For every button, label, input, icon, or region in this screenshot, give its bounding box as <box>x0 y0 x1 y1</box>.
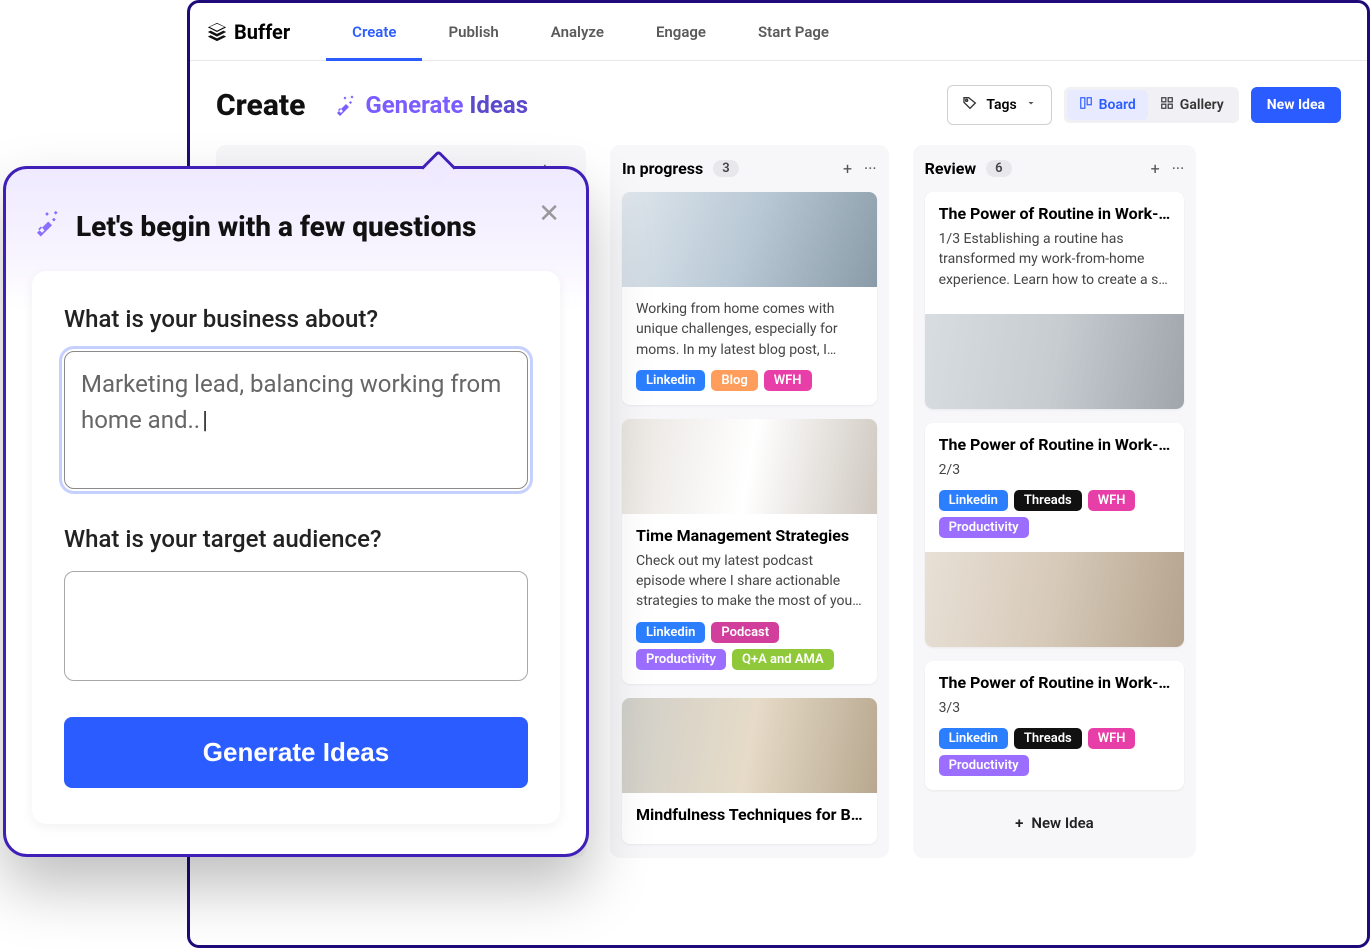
magic-wand-icon <box>32 209 62 243</box>
card-title: Time Management Strategies <box>636 526 863 545</box>
audience-input[interactable] <box>64 571 528 681</box>
column-title: In progress <box>622 159 703 178</box>
magic-wand-icon <box>333 94 355 116</box>
tag-productivity[interactable]: Productivity <box>939 755 1029 776</box>
modal-header: Let's begin with a few questions <box>32 209 560 243</box>
close-icon[interactable]: ✕ <box>538 199 560 229</box>
tag-linkedin[interactable]: Linkedin <box>939 490 1008 511</box>
view-gallery-button[interactable]: Gallery <box>1148 90 1236 120</box>
logo[interactable]: Buffer <box>206 20 290 44</box>
question-business: What is your business about? Marketing l… <box>64 305 528 489</box>
card-image <box>925 314 1185 409</box>
new-idea-button[interactable]: New Idea <box>1251 87 1341 123</box>
tag-podcast[interactable]: Podcast <box>711 622 779 643</box>
board-icon <box>1079 96 1093 114</box>
header-left: Create Generate Ideas <box>216 88 528 123</box>
card-image <box>925 552 1185 647</box>
nav-tab-create[interactable]: Create <box>326 3 422 61</box>
idea-card[interactable]: Time Management Strategies Check out my … <box>622 419 877 684</box>
question-audience: What is your target audience? <box>64 525 528 681</box>
card-image <box>622 419 877 514</box>
new-idea-label: New Idea <box>1031 814 1093 832</box>
nav-tabs: Create Publish Analyze Engage Start Page <box>326 3 855 61</box>
column-menu-icon[interactable]: ··· <box>1172 159 1185 178</box>
idea-card[interactable]: The Power of Routine in Work-… 2/3 Linke… <box>925 423 1185 647</box>
card-text: 3/3 <box>939 698 1171 718</box>
tag-wfh[interactable]: WFH <box>1088 728 1136 749</box>
nav-tab-publish[interactable]: Publish <box>422 3 524 61</box>
nav-tab-engage[interactable]: Engage <box>630 3 732 61</box>
card-title: The Power of Routine in Work-… <box>939 204 1171 223</box>
card-text: Working from home comes with unique chal… <box>636 299 863 360</box>
column-header: Review 6 + ··· <box>925 159 1185 178</box>
nav-tab-startpage[interactable]: Start Page <box>732 3 855 61</box>
tag-linkedin[interactable]: Linkedin <box>636 622 705 643</box>
generate-ideas-button[interactable]: Generate Ideas <box>333 91 528 119</box>
add-card-icon[interactable]: + <box>843 159 852 178</box>
idea-card[interactable]: The Power of Routine in Work-… 1/3 Estab… <box>925 192 1185 409</box>
tags-label: Tags <box>986 97 1016 113</box>
gallery-label: Gallery <box>1180 97 1224 113</box>
column-count: 6 <box>986 160 1011 177</box>
idea-card[interactable]: Mindfulness Techniques for B… <box>622 698 877 844</box>
tag-linkedin[interactable]: Linkedin <box>636 370 705 391</box>
tag-wfh[interactable]: WFH <box>1088 490 1136 511</box>
view-toggle: Board Gallery <box>1064 87 1239 123</box>
card-image <box>622 698 877 793</box>
tag-icon <box>962 95 978 115</box>
modal-title: Let's begin with a few questions <box>76 210 476 243</box>
generate-ideas-modal: ✕ Let's begin with a few questions What … <box>3 166 589 857</box>
card-image <box>622 192 877 287</box>
column-menu-icon[interactable]: ··· <box>864 159 877 178</box>
view-board-button[interactable]: Board <box>1067 90 1148 120</box>
gallery-icon <box>1160 96 1174 114</box>
chevron-down-icon <box>1025 97 1037 113</box>
card-text: 2/3 <box>939 460 1171 480</box>
tag-linkedin[interactable]: Linkedin <box>939 728 1008 749</box>
new-idea-row[interactable]: + New Idea <box>925 804 1185 842</box>
idea-card[interactable]: The Power of Routine in Work-… 3/3 Linke… <box>925 661 1185 790</box>
page-header: Create Generate Ideas Tags <box>190 61 1367 145</box>
column-header: In progress 3 + ··· <box>622 159 877 178</box>
board-column-in-progress: In progress 3 + ··· Working from home co… <box>610 145 889 858</box>
generate-ideas-submit-button[interactable]: Generate Ideas <box>64 717 528 788</box>
tag-blog[interactable]: Blog <box>711 370 757 391</box>
tag-threads[interactable]: Threads <box>1014 728 1082 749</box>
header-right: Tags Board Gallery <box>947 85 1341 125</box>
column-count: 3 <box>713 160 738 177</box>
idea-card[interactable]: Working from home comes with unique chal… <box>622 192 877 405</box>
page-title: Create <box>216 88 305 123</box>
card-text: 1/3 Establishing a routine has transform… <box>939 229 1171 290</box>
generate-text: Generate <box>365 91 463 119</box>
column-title: Review <box>925 159 977 178</box>
card-text: Check out my latest podcast episode wher… <box>636 551 863 612</box>
nav-tab-analyze[interactable]: Analyze <box>525 3 630 61</box>
top-nav: Buffer Create Publish Analyze Engage Sta… <box>190 3 1367 61</box>
question-label: What is your business about? <box>64 305 528 333</box>
board-column-review: Review 6 + ··· The Power of Routine in W… <box>913 145 1197 858</box>
ideas-text: Ideas <box>469 91 528 119</box>
brand-name: Buffer <box>234 20 290 44</box>
tag-qa[interactable]: Q+A and AMA <box>732 649 834 670</box>
tag-productivity[interactable]: Productivity <box>636 649 726 670</box>
tag-productivity[interactable]: Productivity <box>939 517 1029 538</box>
card-title: The Power of Routine in Work-… <box>939 435 1171 454</box>
tag-threads[interactable]: Threads <box>1014 490 1082 511</box>
buffer-logo-icon <box>206 21 228 43</box>
card-title: The Power of Routine in Work-… <box>939 673 1171 692</box>
business-input[interactable]: Marketing lead, balancing working from h… <box>64 351 528 489</box>
tag-wfh[interactable]: WFH <box>764 370 812 391</box>
tags-button[interactable]: Tags <box>947 85 1051 125</box>
question-label: What is your target audience? <box>64 525 528 553</box>
add-card-icon[interactable]: + <box>1151 159 1160 178</box>
card-title: Mindfulness Techniques for B… <box>636 805 863 824</box>
board-label: Board <box>1099 97 1136 113</box>
modal-body: What is your business about? Marketing l… <box>32 271 560 824</box>
plus-icon: + <box>1015 814 1023 832</box>
